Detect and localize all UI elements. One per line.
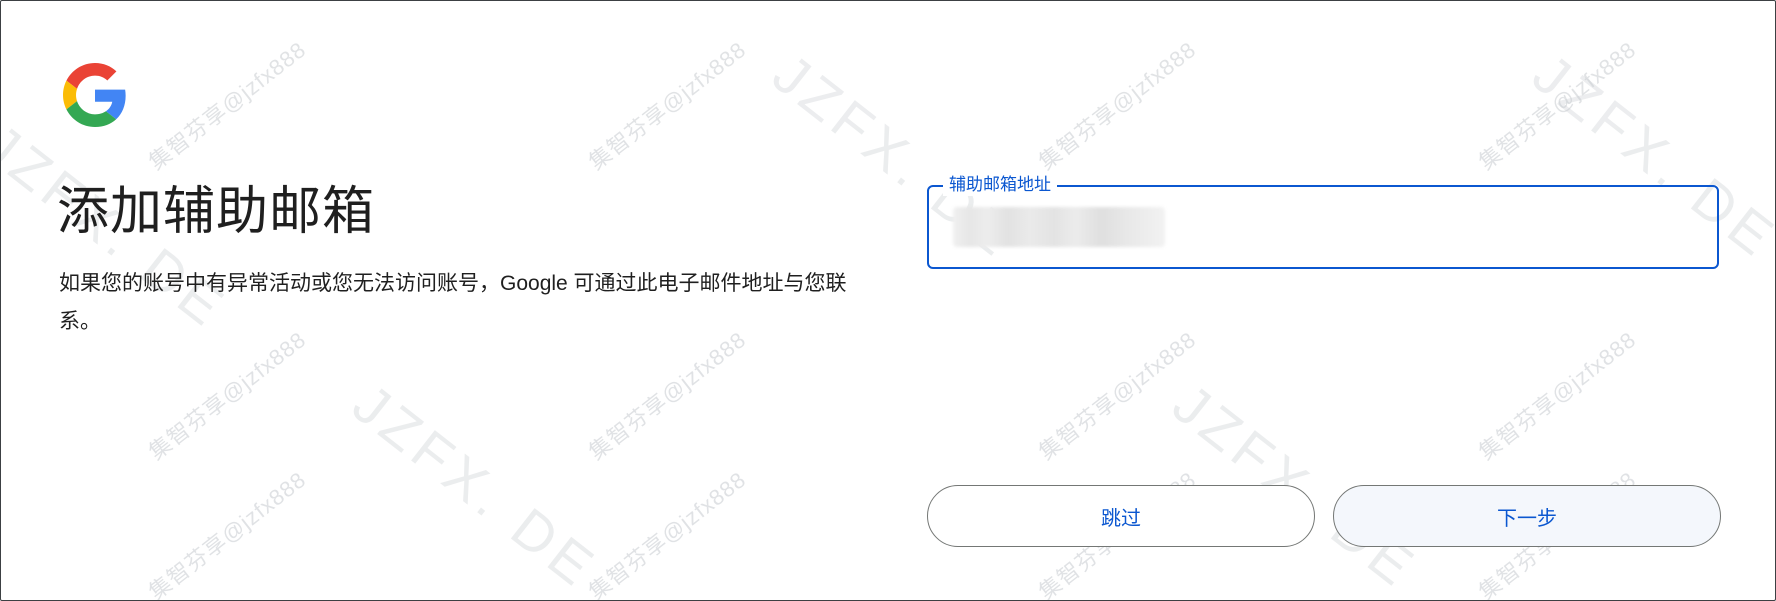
page-title: 添加辅助邮箱 (57, 183, 376, 241)
watermark-domain: JZFX. DE (341, 371, 610, 601)
watermark-text: 集智芬享@jzfx888 (144, 326, 311, 465)
watermark-text: 集智芬享@jzfx888 (144, 36, 311, 175)
recovery-email-input[interactable] (943, 201, 1707, 255)
watermark-text: 集智芬享@jzfx888 (1474, 36, 1641, 175)
recovery-email-field[interactable]: 辅助邮箱地址 (927, 174, 1719, 269)
signin-card: 集智芬享@jzfx888 集智芬享@jzfx888 集智芬享@jzfx888 集… (0, 0, 1776, 601)
watermark-text: 集智芬享@jzfx888 (1034, 326, 1201, 465)
watermark-text: 集智芬享@jzfx888 (584, 326, 751, 465)
google-g-logo-icon (63, 63, 126, 127)
next-button[interactable]: 下一步 (1333, 485, 1721, 547)
watermark-text: 集智芬享@jzfx888 (144, 466, 311, 601)
watermark-text: 集智芬享@jzfx888 (584, 466, 751, 601)
watermark-text: 集智芬享@jzfx888 (1034, 36, 1201, 175)
page-description: 如果您的账号中有异常活动或您无法访问账号，Google 可通过此电子邮件地址与您… (59, 272, 847, 333)
watermark-text: 集智芬享@jzfx888 (1474, 326, 1641, 465)
skip-button[interactable]: 跳过 (927, 485, 1315, 547)
recovery-email-label: 辅助邮箱地址 (943, 174, 1057, 196)
watermark-text: 集智芬享@jzfx888 (584, 36, 751, 175)
